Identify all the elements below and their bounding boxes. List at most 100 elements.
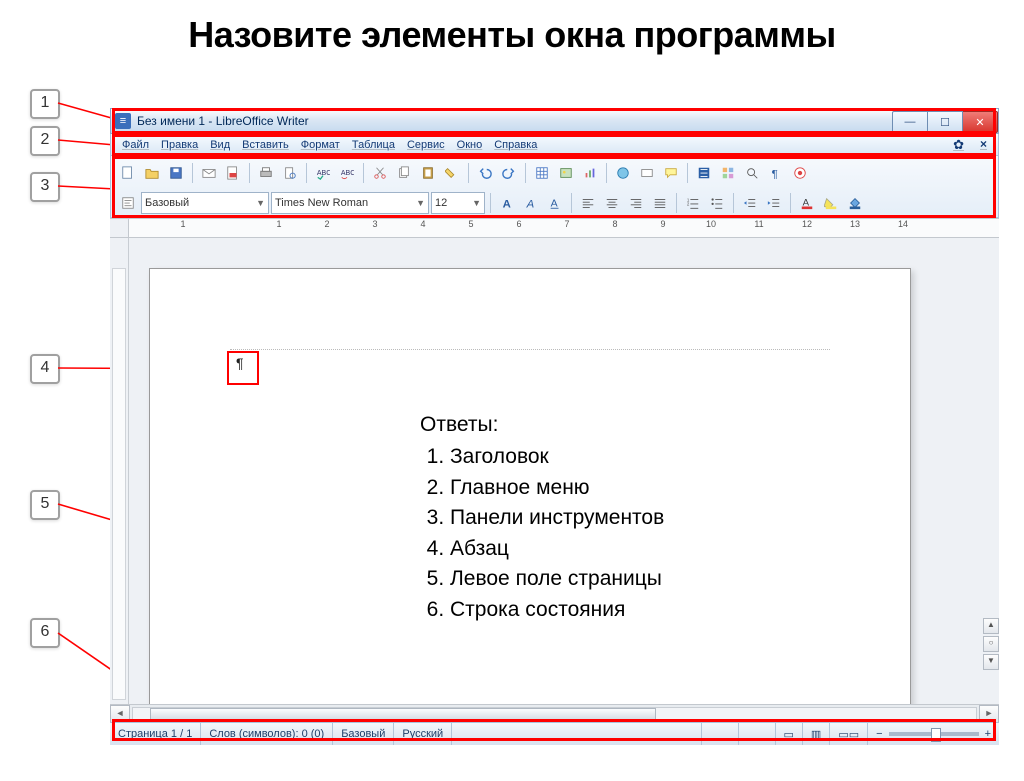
- styles-icon[interactable]: [117, 192, 139, 214]
- window-title: Без имени 1 - LibreOffice Writer: [137, 114, 309, 128]
- callout-3: 3: [30, 172, 60, 202]
- status-page[interactable]: Страница 1 / 1: [110, 723, 201, 745]
- align-justify-icon[interactable]: [649, 192, 671, 214]
- menu-edit[interactable]: Правка: [156, 137, 203, 153]
- menu-view[interactable]: Вид: [205, 137, 235, 153]
- menu-help[interactable]: Справка: [489, 137, 542, 153]
- svg-text:¶: ¶: [772, 168, 778, 180]
- nav-object-icon[interactable]: ○: [983, 636, 999, 652]
- chart-icon[interactable]: [579, 162, 601, 184]
- underline-icon[interactable]: A: [544, 192, 566, 214]
- print-icon[interactable]: [255, 162, 277, 184]
- style-combo[interactable]: Базовый▼: [141, 192, 269, 214]
- bold-icon[interactable]: A: [496, 192, 518, 214]
- cut-icon[interactable]: [369, 162, 391, 184]
- status-insert-mode[interactable]: [645, 723, 702, 745]
- answers-header: Ответы:: [420, 410, 664, 440]
- status-bar: Страница 1 / 1 Слов (символов): 0 (0) Ба…: [110, 722, 999, 745]
- maximize-button[interactable]: ☐: [928, 111, 963, 133]
- menu-window[interactable]: Окно: [452, 137, 488, 153]
- svg-text:ABC: ABC: [317, 170, 330, 177]
- close-button[interactable]: ✕: [963, 111, 998, 133]
- doc-close-icon[interactable]: ×: [975, 135, 992, 155]
- size-combo[interactable]: 12▼: [431, 192, 485, 214]
- open-icon[interactable]: [141, 162, 163, 184]
- status-words[interactable]: Слов (символов): 0 (0): [201, 723, 333, 745]
- view-book-icon[interactable]: ▭▭: [830, 723, 868, 745]
- navigator-icon[interactable]: [693, 162, 715, 184]
- menu-bar: Файл Правка Вид Вставить Формат Таблица …: [110, 134, 999, 156]
- highlight-icon[interactable]: [820, 192, 842, 214]
- format-paint-icon[interactable]: [441, 162, 463, 184]
- field-icon[interactable]: [636, 162, 658, 184]
- answer-item: Строка состояния: [450, 595, 664, 625]
- mail-icon[interactable]: [198, 162, 220, 184]
- menu-format[interactable]: Формат: [296, 137, 345, 153]
- gallery-icon[interactable]: [717, 162, 739, 184]
- svg-text:ABC: ABC: [341, 170, 354, 177]
- menu-table[interactable]: Таблица: [347, 137, 400, 153]
- zoom-icon[interactable]: [741, 162, 763, 184]
- zoom-in-icon[interactable]: +: [985, 728, 991, 740]
- indent-dec-icon[interactable]: [739, 192, 761, 214]
- page-down-icon[interactable]: ▼: [983, 654, 999, 670]
- nonprinting-icon[interactable]: ¶: [765, 162, 787, 184]
- title-bar: Без имени 1 - LibreOffice Writer — ☐ ✕: [110, 108, 999, 134]
- bg-color-icon[interactable]: [844, 192, 866, 214]
- paste-icon[interactable]: [417, 162, 439, 184]
- align-right-icon[interactable]: [625, 192, 647, 214]
- svg-text:A: A: [503, 198, 511, 210]
- numbered-list-icon[interactable]: 12: [682, 192, 704, 214]
- hyperlink-icon[interactable]: [612, 162, 634, 184]
- callout-6: 6: [30, 618, 60, 648]
- answer-item: Заголовок: [450, 442, 664, 472]
- save-icon[interactable]: [165, 162, 187, 184]
- answer-item: Главное меню: [450, 473, 664, 503]
- minimize-button[interactable]: —: [892, 111, 928, 133]
- font-color-icon[interactable]: A: [796, 192, 818, 214]
- indent-inc-icon[interactable]: [763, 192, 785, 214]
- svg-text:A: A: [526, 198, 535, 210]
- spellcheck-icon[interactable]: ABC: [312, 162, 334, 184]
- align-left-icon[interactable]: [577, 192, 599, 214]
- menu-insert[interactable]: Вставить: [237, 137, 294, 153]
- font-combo[interactable]: Times New Roman▼: [271, 192, 429, 214]
- answer-item: Абзац: [450, 534, 664, 564]
- image-icon[interactable]: [555, 162, 577, 184]
- answers-block: Ответы: Заголовок Главное меню Панели ин…: [420, 410, 664, 625]
- pdf-icon[interactable]: [222, 162, 244, 184]
- autospell-icon[interactable]: ABC: [336, 162, 358, 184]
- status-style[interactable]: Базовый: [333, 723, 394, 745]
- callout-2: 2: [30, 126, 60, 156]
- comment-icon[interactable]: [660, 162, 682, 184]
- status-selection-mode[interactable]: [702, 723, 739, 745]
- bullet-list-icon[interactable]: [706, 192, 728, 214]
- undo-icon[interactable]: [474, 162, 496, 184]
- page-up-icon[interactable]: ▲: [983, 618, 999, 634]
- zoom-out-icon[interactable]: −: [876, 728, 882, 740]
- scrollbar-horizontal[interactable]: ◄►: [110, 704, 999, 723]
- answer-item: Левое поле страницы: [450, 564, 664, 594]
- view-multi-icon[interactable]: ▥: [803, 723, 830, 745]
- new-icon[interactable]: [117, 162, 139, 184]
- app-icon: [115, 113, 131, 129]
- status-signature[interactable]: [739, 723, 776, 745]
- redo-icon[interactable]: [498, 162, 520, 184]
- zoom-slider[interactable]: [889, 732, 979, 736]
- align-center-icon[interactable]: [601, 192, 623, 214]
- menu-service[interactable]: Сервис: [402, 137, 450, 153]
- ruler-vertical[interactable]: [110, 238, 129, 705]
- italic-icon[interactable]: A: [520, 192, 542, 214]
- menu-file[interactable]: Файл: [117, 137, 154, 153]
- ruler-horizontal[interactable]: 1 12 34 56 78 910 1112 1314: [110, 218, 999, 238]
- status-language[interactable]: Русский: [394, 723, 452, 745]
- copy-icon[interactable]: [393, 162, 415, 184]
- extensions-icon[interactable]: ✿: [948, 135, 969, 155]
- preview-icon[interactable]: [279, 162, 301, 184]
- table-icon[interactable]: [531, 162, 553, 184]
- callout-1: 1: [30, 89, 60, 119]
- help-icon[interactable]: [789, 162, 811, 184]
- slide-title: Назовите элементы окна программы: [0, 14, 1024, 56]
- svg-text:A: A: [551, 198, 558, 210]
- view-single-icon[interactable]: ▭: [776, 723, 803, 745]
